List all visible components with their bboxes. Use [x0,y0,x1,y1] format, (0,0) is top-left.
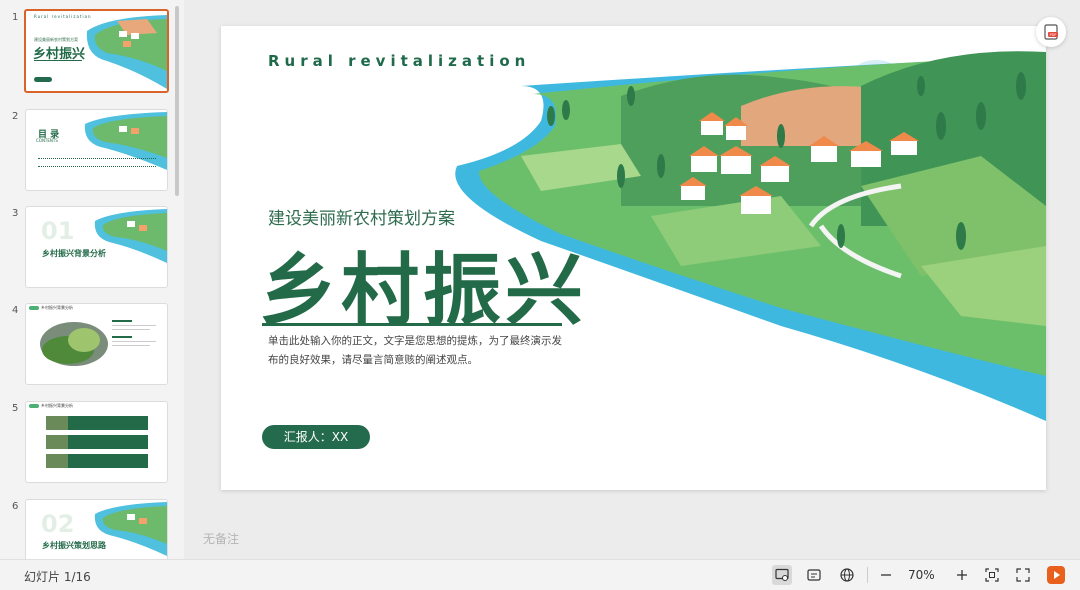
slide-eyebrow: Rural revitalization [268,52,531,70]
zoom-in-button[interactable] [952,565,972,585]
slide-preview[interactable]: Rural revitalization 建设美丽新农村策划方案 乡村振兴 单击… [221,26,1046,490]
fit-icon [985,568,999,582]
thumbnail-title: 乡村振兴背景分析 [41,403,73,408]
thumbnail-1[interactable]: 1 Rural revitalization 建设美丽新农村策划方案 乡村振兴 [0,9,172,94]
svg-text:PDF: PDF [1049,33,1056,37]
thumbnail-number: 1 [12,12,19,23]
zoom-out-button[interactable] [876,565,896,585]
comment-button[interactable] [804,565,824,585]
notes-view-button[interactable] [772,565,792,585]
zoom-in-icon [957,570,967,580]
thumbnail-number: 3 [12,208,19,219]
notes-view-icon [775,568,789,581]
globe-button[interactable] [837,565,857,585]
thumbnail-number: 4 [12,305,19,316]
thumbnail-number: 6 [12,501,19,512]
landscape-illustration [84,112,167,170]
fullscreen-button[interactable] [1013,565,1033,585]
thumbnail-title: 乡村振兴背景分析 [42,249,106,258]
fit-to-window-button[interactable] [982,565,1002,585]
thumbnail-card[interactable]: 01 乡村振兴背景分析 [25,206,168,288]
comment-icon [807,569,821,581]
thumbnail-6[interactable]: 6 02 乡村振兴策划思路 [0,499,172,559]
slide-body-text: 单击此处输入你的正文，文字是您思想的提炼，为了最终演示发布的良好效果，请尽量言简… [268,335,562,366]
play-slideshow-button[interactable] [1046,565,1066,585]
fullscreen-icon [1016,568,1030,582]
globe-icon [840,568,854,582]
pdf-export-button[interactable]: PDF [1036,17,1066,47]
title-divider [262,323,562,326]
slide-indicator: 幻灯片 1/16 [24,570,91,584]
thumbnail-card[interactable]: Rural revitalization 建设美丽新农村策划方案 乡村振兴 [24,9,169,93]
thumbnail-number: 2 [12,111,19,122]
thumbnail-card[interactable]: 乡村振兴背景分析 [25,303,168,385]
play-icon [1047,566,1065,584]
thumbnail-card[interactable]: 乡村振兴背景分析 [25,401,168,483]
thumbnail-title: 乡村振兴背景分析 [41,305,73,310]
thumbnail-card[interactable]: 02 乡村振兴策划思路 [25,499,168,559]
zoom-level[interactable]: 70% [908,568,935,582]
thumbnail-title: 乡村振兴策划思路 [42,541,106,550]
thumbnail-2[interactable]: 2 目 录 CONTENTS [0,109,172,193]
thumbnail-card[interactable]: 目 录 CONTENTS [25,109,168,191]
landscape-illustration [86,15,167,89]
reporter-badge: 汇报人：XX [262,425,370,449]
zoom-out-icon [881,574,891,576]
thumbnail-panel: 1 Rural revitalization 建设美丽新农村策划方案 乡村振兴 … [0,0,185,559]
slide-subtitle: 建设美丽新农村策划方案 [268,209,455,229]
notes-placeholder[interactable]: 无备注 [203,530,239,547]
pdf-export-icon: PDF [1044,24,1058,40]
thumbnail-5[interactable]: 5 乡村振兴背景分析 [0,401,172,485]
tea-field-image [40,322,108,366]
thumbnail-3[interactable]: 3 01 乡村振兴背景分析 [0,206,172,290]
status-bar: 幻灯片 1/16 70% [0,559,1080,590]
thumbnail-scrollbar[interactable] [175,6,179,196]
thumbnail-4[interactable]: 4 乡村振兴背景分析 [0,303,172,387]
thumbnail-number: 5 [12,403,19,414]
